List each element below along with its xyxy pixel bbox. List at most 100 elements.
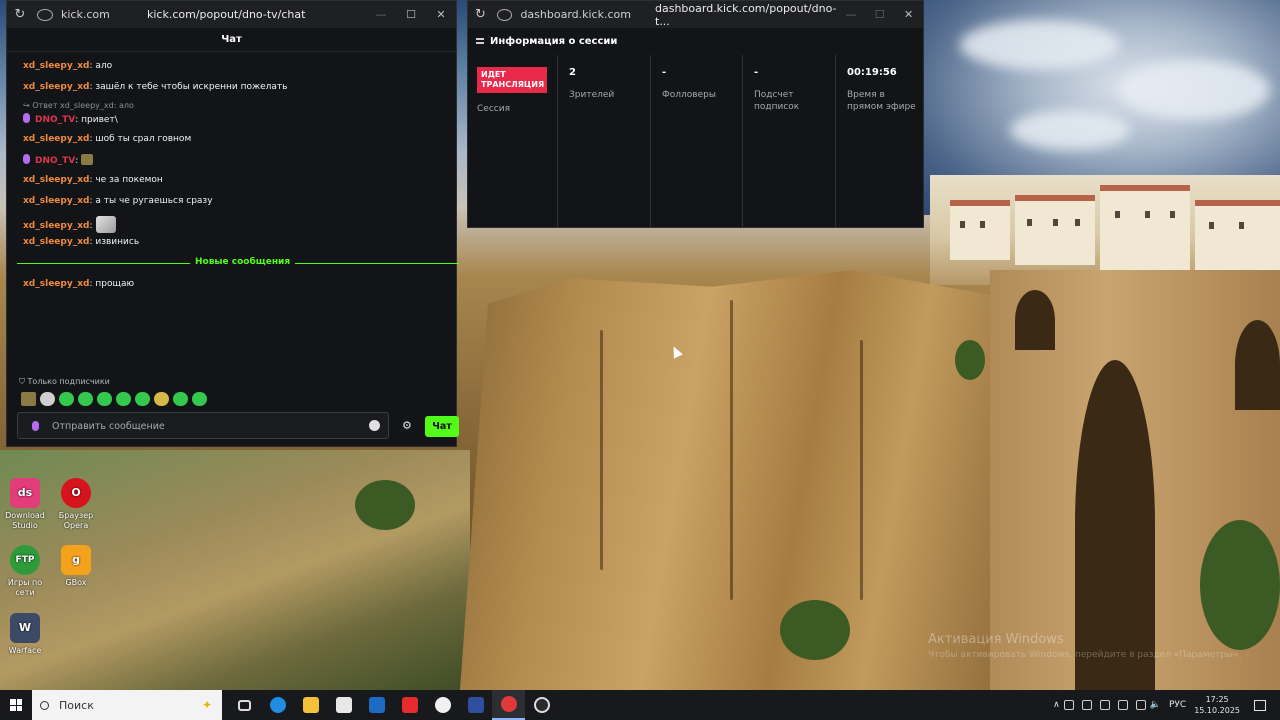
- taskbar-word[interactable]: [459, 690, 492, 720]
- taskbar-outlook[interactable]: [360, 690, 393, 720]
- chat-message-input[interactable]: [52, 417, 362, 435]
- network-icon[interactable]: [1135, 700, 1146, 710]
- chat-message-text: : зашёл к тебе чтобы искренни пожелать: [89, 82, 288, 92]
- emote-icon[interactable]: [59, 392, 74, 406]
- taskbar-obs[interactable]: [525, 690, 558, 720]
- chat-username[interactable]: xd_sleepy_xd: [23, 82, 89, 92]
- wallpaper-bush: [955, 340, 985, 380]
- taskbar-yandex-browser[interactable]: [426, 690, 459, 720]
- chat-username[interactable]: xd_sleepy_xd: [23, 221, 89, 231]
- chat-username[interactable]: xd_sleepy_xd: [23, 237, 89, 247]
- new-messages-label[interactable]: Новые сообщения: [190, 257, 296, 267]
- stat-value: 2: [569, 67, 576, 78]
- gbox-icon: g: [61, 545, 91, 575]
- close-button[interactable]: ✕: [426, 8, 456, 21]
- system-tray: ∧ 🔈 РУС 17:25 15.10.2025: [1053, 694, 1280, 716]
- windows-activation-subtitle: Чтобы активировать Windows, перейдите в …: [928, 650, 1242, 660]
- chat-message-text: :: [75, 156, 79, 166]
- chat-message-text: : а ты че ругаешься сразу: [89, 196, 213, 206]
- maximize-button[interactable]: ☐: [865, 8, 894, 21]
- emote-icon[interactable]: [135, 392, 150, 406]
- dashboard-window-url[interactable]: dashboard.kick.com/popout/dno-t...: [655, 2, 837, 28]
- show-hidden-icons-chevron-icon[interactable]: ∧: [1053, 700, 1060, 710]
- taskbar-clock[interactable]: 17:25 15.10.2025: [1194, 694, 1240, 716]
- chat-username[interactable]: xd_sleepy_xd: [23, 61, 89, 71]
- wallpaper-bush: [1200, 520, 1280, 650]
- stat-label: Зрителей: [569, 90, 615, 100]
- wallpaper-bush: [780, 600, 850, 660]
- windows-activation-title: Активация Windows: [928, 632, 1064, 647]
- chat-username[interactable]: xd_sleepy_xd: [23, 175, 89, 185]
- taskbar-yandex[interactable]: [393, 690, 426, 720]
- clock-time: 17:25: [1205, 695, 1229, 704]
- taskbar-search[interactable]: Поиск ✦: [32, 690, 222, 720]
- chat-message-text: : ало: [89, 61, 113, 71]
- task-view-button[interactable]: [228, 690, 261, 720]
- reply-hint-text: Ответ xd_sleepy_xd: ало: [32, 101, 134, 110]
- chat-username[interactable]: xd_sleepy_xd: [23, 279, 89, 289]
- microphone-tray-icon[interactable]: [1099, 700, 1110, 710]
- chat-header-title: Чат: [7, 28, 456, 52]
- obs-icon: [533, 697, 550, 713]
- emote-icon[interactable]: [173, 392, 188, 406]
- desktop-icon-warface[interactable]: W Warface: [0, 613, 50, 656]
- taskbar-file-explorer[interactable]: [294, 690, 327, 720]
- subscribers-only-notice: ⛉ Только подписчики: [19, 377, 110, 386]
- emote-icon[interactable]: [192, 392, 207, 406]
- minimize-button[interactable]: —: [837, 8, 866, 21]
- wallpaper-house: [950, 200, 1010, 260]
- reload-icon[interactable]: ↻: [7, 7, 33, 22]
- desktop-icon-ftp-games[interactable]: FTP Игры по сети: [0, 545, 50, 598]
- site-info-icon[interactable]: [496, 8, 513, 21]
- opera-icon: O: [61, 478, 91, 508]
- chat-message-text: : прощаю: [89, 279, 135, 289]
- site-info-icon[interactable]: [37, 8, 53, 21]
- yandex-browser-icon: [434, 697, 451, 713]
- taskbar-store[interactable]: [327, 690, 360, 720]
- tray-app-icon[interactable]: [1063, 700, 1074, 710]
- start-button[interactable]: [0, 699, 32, 711]
- taskbar-yandex-browser-active[interactable]: [492, 690, 525, 720]
- notifications-icon[interactable]: [1254, 699, 1266, 711]
- chat-settings-gear-icon[interactable]: ⚙: [402, 419, 412, 432]
- emote-icon[interactable]: [116, 392, 131, 406]
- tray-app-icon[interactable]: [1117, 700, 1128, 710]
- minimize-button[interactable]: —: [366, 8, 396, 21]
- stat-live-time: 00:19:56 Время в прямом эфире: [835, 55, 923, 228]
- chat-username[interactable]: DNO_TV: [35, 115, 75, 125]
- input-language-indicator[interactable]: РУС: [1169, 700, 1186, 710]
- maximize-button[interactable]: ☐: [396, 8, 426, 21]
- chat-username[interactable]: DNO_TV: [35, 156, 75, 166]
- desktop-icon-label: Браузер Opera: [58, 511, 94, 530]
- emote-icon[interactable]: [154, 392, 169, 406]
- stat-subscriptions: - Подсчет подписок: [742, 55, 835, 228]
- taskbar-search-placeholder: Поиск: [59, 698, 94, 712]
- wallpaper-cloud: [960, 20, 1120, 70]
- reload-icon[interactable]: ↻: [468, 7, 493, 22]
- emote-icon[interactable]: [21, 392, 36, 406]
- chat-message: xd_sleepy_xd: зашёл к тебе чтобы искренн…: [23, 82, 287, 92]
- wallpaper-crack: [730, 300, 733, 600]
- emote-icon[interactable]: [97, 392, 112, 406]
- emote-icon[interactable]: [78, 392, 93, 406]
- emoji-picker-icon[interactable]: [369, 420, 380, 431]
- chat-input-box: [17, 412, 389, 439]
- chat-username[interactable]: xd_sleepy_xd: [23, 196, 89, 206]
- chat-message: xd_sleepy_xd: ало: [23, 61, 112, 71]
- chat-message: xd_sleepy_xd: а ты че ругаешься сразу: [23, 196, 213, 206]
- desktop-icon-opera[interactable]: O Браузер Opera: [51, 478, 101, 531]
- chat-username[interactable]: xd_sleepy_xd: [23, 134, 89, 144]
- quick-emote-bar: [21, 392, 207, 406]
- tray-app-icon[interactable]: [1081, 700, 1092, 710]
- chat-window-url[interactable]: kick.com/popout/dno-tv/chat: [147, 8, 366, 21]
- chat-message: xd_sleepy_xd: извинись: [23, 237, 139, 247]
- send-chat-button[interactable]: Чат: [425, 416, 459, 437]
- desktop-icon-gbox[interactable]: g GBox: [51, 545, 101, 588]
- volume-icon[interactable]: 🔈: [1150, 700, 1161, 710]
- taskbar-edge[interactable]: [261, 690, 294, 720]
- close-button[interactable]: ✕: [894, 8, 923, 21]
- desktop-icon-download-studio[interactable]: ds Download Studio: [0, 478, 50, 531]
- emote-icon[interactable]: [40, 392, 55, 406]
- subscribers-only-label: Только подписчики: [27, 377, 110, 386]
- emote-icon: [81, 154, 94, 165]
